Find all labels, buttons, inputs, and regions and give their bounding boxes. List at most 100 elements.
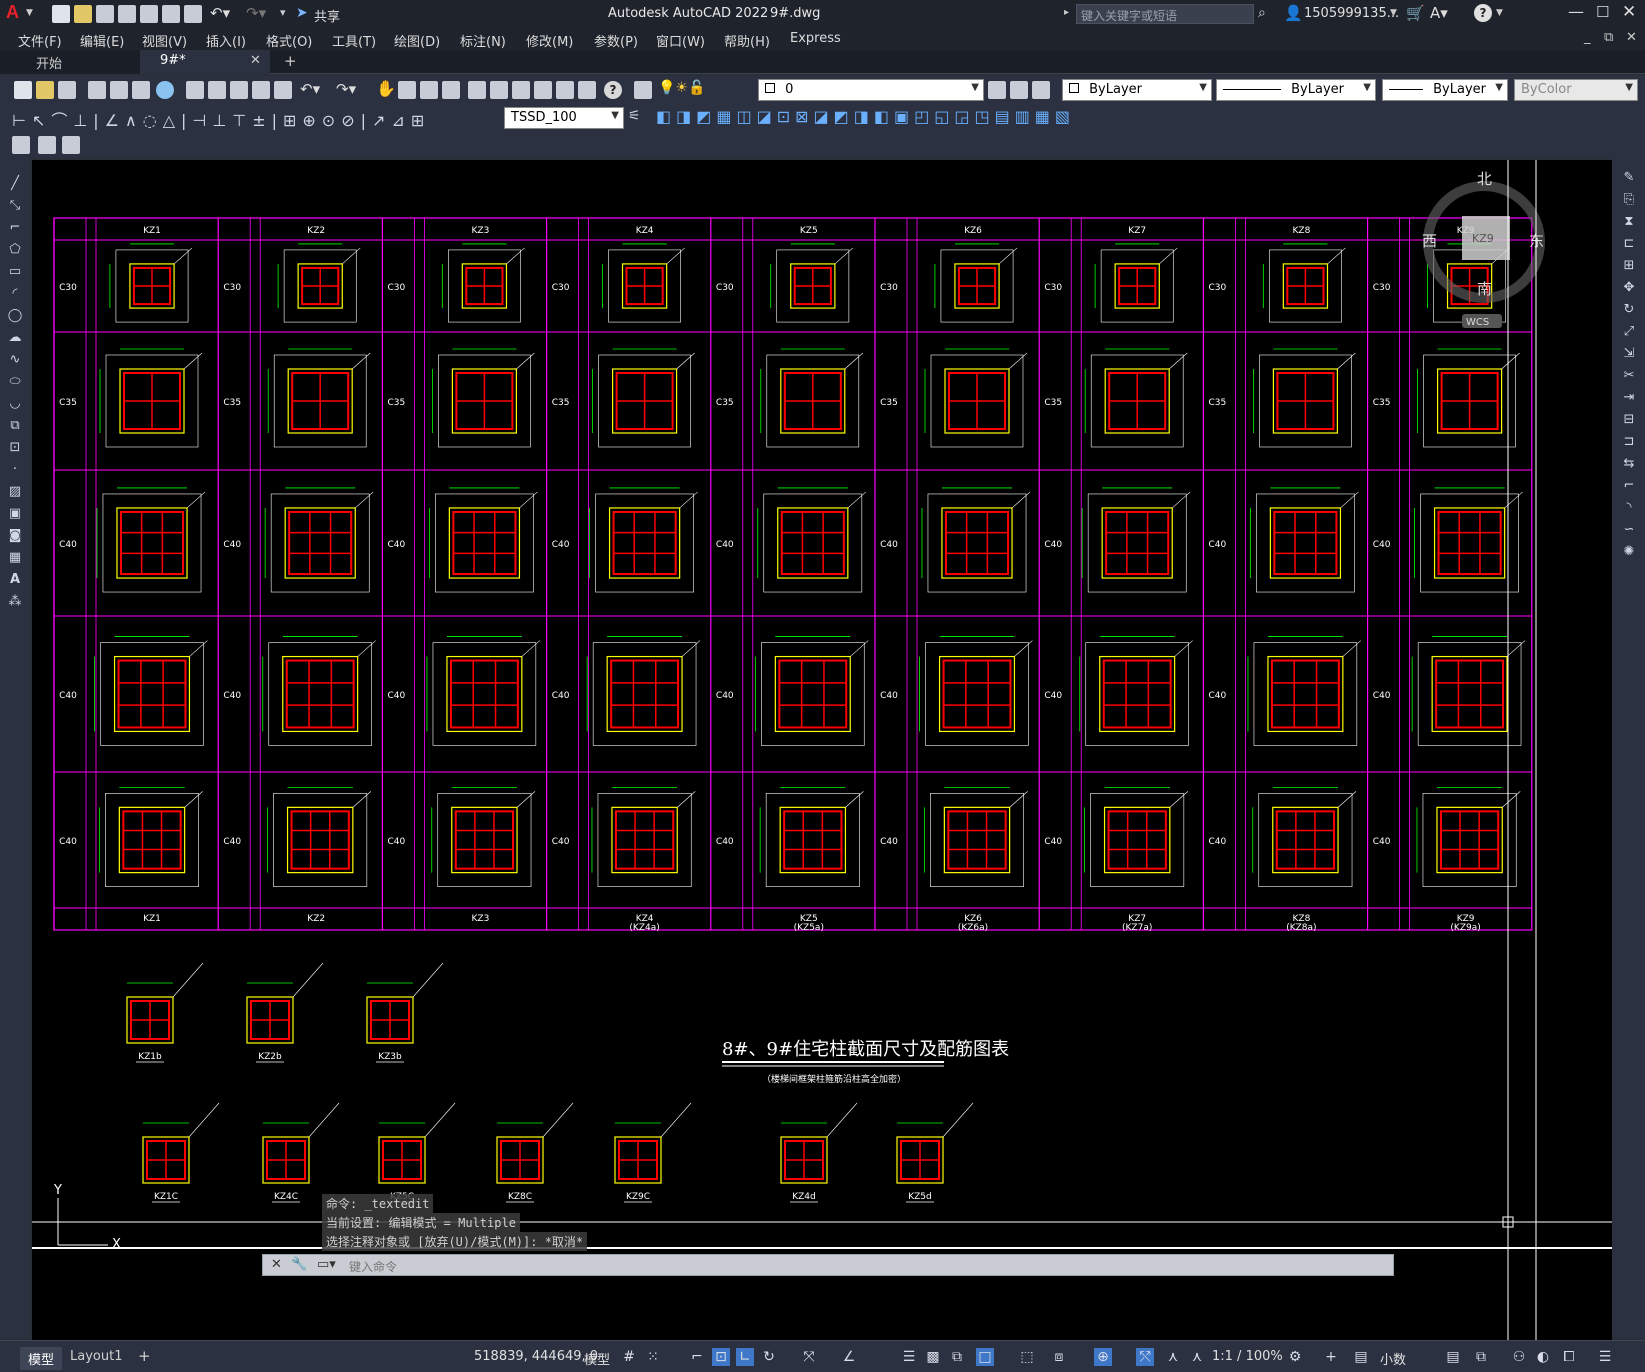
explode-icon[interactable]: ✺ [1620, 544, 1638, 560]
copy-object-icon[interactable]: ⎘ [1620, 192, 1638, 208]
zoom-window-icon[interactable] [420, 81, 438, 99]
spline-icon[interactable]: ∿ [6, 352, 24, 368]
menu-window[interactable]: 窗口(W) [656, 31, 705, 50]
viewcube-east[interactable]: 东 [1529, 232, 1544, 250]
layer-state-icons[interactable]: 💡☀🔓 [658, 80, 705, 96]
array-icon[interactable]: ⊞ [1620, 258, 1638, 274]
coordinates-readout[interactable]: 518839, 444649, 0 [474, 1349, 598, 1364]
save-icon[interactable] [58, 81, 76, 99]
object-snap-icon[interactable]: □ [976, 1348, 994, 1366]
doc-minimize-button[interactable]: _ [1584, 30, 1591, 45]
match-properties-icon[interactable] [252, 81, 270, 99]
share-button[interactable]: 共享 [314, 6, 340, 25]
polar-tracking-icon[interactable]: ↻ [760, 1348, 778, 1366]
units-icon[interactable]: ▤ [1352, 1348, 1370, 1366]
undo-icon[interactable]: ↶▾ [300, 80, 320, 98]
color-combo[interactable]: ByLayer ▼ [1062, 79, 1212, 101]
workspace-gear-icon[interactable]: ⚙ [1286, 1348, 1304, 1366]
menu-file[interactable]: 文件(F) [18, 31, 62, 50]
table-icon[interactable]: ▦ [6, 550, 24, 566]
tab-add-button[interactable]: + [284, 52, 297, 70]
save-as-icon[interactable] [118, 5, 136, 23]
model-tab[interactable]: 模型 [20, 1347, 63, 1370]
undo-icon[interactable]: ↶▾ [210, 4, 230, 22]
help-icon[interactable]: ? [1474, 4, 1492, 22]
menu-tools[interactable]: 工具(T) [332, 31, 376, 50]
add-selected-icon[interactable]: ⁂ [6, 594, 24, 610]
join-icon[interactable]: ⇆ [1620, 456, 1638, 472]
viewcube-south[interactable]: 南 [1477, 280, 1492, 298]
units-dropdown[interactable]: 小数 [1380, 1349, 1406, 1368]
isodraft-icon[interactable]: ⤧ [800, 1348, 818, 1366]
blend-icon[interactable]: ∽ [1620, 522, 1638, 538]
dynamic-ucs-icon[interactable]: ⧈ [1050, 1348, 1068, 1366]
web-open-icon[interactable] [162, 5, 180, 23]
selection-cycling-icon[interactable]: ⧉ [948, 1348, 966, 1366]
stretch-icon[interactable]: ⇲ [1620, 346, 1638, 362]
trim-icon[interactable]: ✂ [1620, 368, 1638, 384]
line-icon[interactable]: ╱ [6, 176, 24, 192]
offset-icon[interactable]: ⊏ [1620, 236, 1638, 252]
plot-icon[interactable] [88, 81, 106, 99]
search-expand-icon[interactable]: ▸ [1064, 7, 1069, 18]
cut-icon[interactable] [186, 81, 204, 99]
construction-line-icon[interactable]: ⤡ [6, 198, 24, 214]
tool-palettes-icon[interactable] [512, 81, 530, 99]
isolate-objects-icon[interactable]: ⚇ [1510, 1348, 1528, 1366]
layer-properties-icon[interactable] [634, 81, 652, 99]
viewcube-north[interactable]: 北 [1477, 170, 1492, 188]
extra-tool-2-icon[interactable] [38, 136, 56, 154]
redo-icon[interactable]: ↷▾ [246, 4, 266, 22]
menu-parametric[interactable]: 参数(P) [594, 31, 638, 50]
zoom-realtime-icon[interactable] [398, 81, 416, 99]
plot-icon[interactable] [184, 5, 202, 23]
snap-icon[interactable]: ⁙ [644, 1348, 662, 1366]
menu-help[interactable]: 帮助(H) [724, 31, 770, 50]
polyline-icon[interactable]: ⌐ [6, 220, 24, 236]
scale-icon[interactable]: ⤢ [1620, 324, 1638, 340]
extra-tool-3-icon[interactable] [62, 136, 80, 154]
grid-icon[interactable]: # [620, 1348, 638, 1366]
erase-icon[interactable]: ✎ [1620, 170, 1638, 186]
polygon-icon[interactable]: ⬠ [6, 242, 24, 258]
user-dropdown-icon[interactable]: ▼ [1390, 8, 1397, 18]
autodesk-a360-icon[interactable]: A▾ [1430, 4, 1448, 22]
add-layout-button[interactable]: + [138, 1347, 151, 1365]
cart-icon[interactable]: 🛒 [1406, 4, 1425, 22]
customization-icon[interactable]: ☰ [1596, 1348, 1614, 1366]
dimstyle-combo[interactable]: TSSD_100 ▼ [504, 107, 624, 129]
hatch-icon[interactable]: ▨ [6, 484, 24, 500]
doc-restore-button[interactable]: ⧉ [1604, 30, 1613, 45]
dimension-tool-icons[interactable]: ⊢↖⌒⊥|∠∧◌△|⊣⊥⊤±|⊞⊕⊙⊘|↗⊿⊞ [12, 107, 430, 131]
tab-close-icon[interactable]: ✕ [250, 53, 261, 68]
user-icon[interactable]: 👤 [1284, 4, 1303, 22]
mtext-icon[interactable]: A [6, 572, 24, 588]
new-file-icon[interactable] [52, 5, 70, 23]
extend-icon[interactable]: ⇥ [1620, 390, 1638, 406]
viewcube-west[interactable]: 西 [1422, 232, 1437, 250]
help-dropdown-icon[interactable]: ▼ [1496, 8, 1503, 18]
web-mobile-icon[interactable] [140, 5, 158, 23]
search-input[interactable]: 键入关键字或短语 [1076, 4, 1254, 24]
3d-object-snap-icon[interactable]: ⬚ [1018, 1348, 1036, 1366]
make-block-icon[interactable]: ⊡ [6, 440, 24, 456]
break-icon[interactable]: ⊐ [1620, 434, 1638, 450]
paste-icon[interactable] [230, 81, 248, 99]
make-current-icon[interactable] [988, 81, 1006, 99]
ellipse-icon[interactable]: ⬭ [6, 374, 24, 390]
save-icon[interactable] [96, 5, 114, 23]
linetype-combo[interactable]: ByLayer ▼ [1216, 79, 1376, 101]
plot-preview-icon[interactable] [110, 81, 128, 99]
transparency-icon[interactable]: ▩ [924, 1348, 942, 1366]
tab-start[interactable]: 开始 [0, 50, 140, 74]
gizmo-icon[interactable]: ⤲ [1136, 1348, 1154, 1366]
menu-draw[interactable]: 绘图(D) [394, 31, 440, 50]
menu-express[interactable]: Express [790, 31, 841, 46]
dynamic-input-icon[interactable]: ⊡ [712, 1348, 730, 1366]
auto-scale-icon[interactable]: ⋏ [1188, 1348, 1206, 1366]
move-icon[interactable]: ✥ [1620, 280, 1638, 296]
command-close-icon[interactable]: ✕ [271, 1257, 282, 1272]
command-customize-icon[interactable]: 🔧 [291, 1257, 307, 1272]
sheet-set-icon[interactable] [534, 81, 552, 99]
plotstyle-combo[interactable]: ByColor ▼ [1514, 79, 1638, 101]
